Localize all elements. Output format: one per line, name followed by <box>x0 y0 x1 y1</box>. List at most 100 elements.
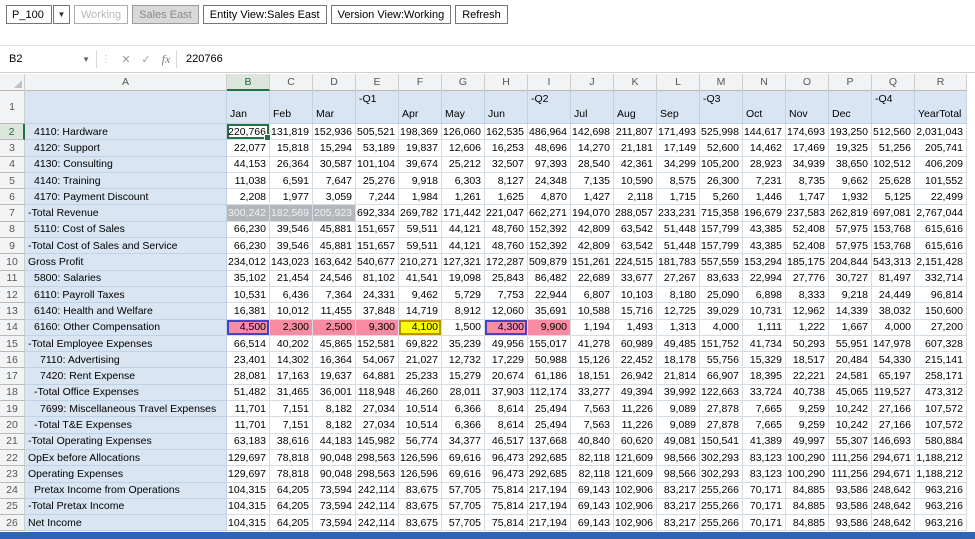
cell-P9[interactable]: 57,975 <box>829 238 872 255</box>
cell-B23[interactable]: 129,697 <box>227 466 270 483</box>
cell-E15[interactable]: 152,581 <box>356 335 399 353</box>
cell-E17[interactable]: 64,881 <box>356 368 399 385</box>
cell-R21[interactable]: 580,884 <box>915 433 967 450</box>
cell-M6[interactable]: 5,260 <box>700 189 743 206</box>
cell-Q19[interactable]: 27,166 <box>872 401 915 418</box>
cell-O25[interactable]: 84,885 <box>786 498 829 516</box>
row-header-3[interactable]: 3 <box>0 140 25 157</box>
cell-R25[interactable]: 963,216 <box>915 498 967 516</box>
cell-H7[interactable]: 221,047 <box>485 205 528 222</box>
cell-R8[interactable]: 615,616 <box>915 221 967 239</box>
row-header-9[interactable]: 9 <box>0 238 25 255</box>
cell-H21[interactable]: 46,517 <box>485 433 528 450</box>
cell-R10[interactable]: 2,151,428 <box>915 254 967 271</box>
cell-F16[interactable]: 21,027 <box>399 352 442 369</box>
cell-N8[interactable]: 43,385 <box>743 221 786 239</box>
cell-H5[interactable]: 8,127 <box>485 172 528 190</box>
cell-J26[interactable]: 69,143 <box>571 515 614 532</box>
cell-Q5[interactable]: 25,628 <box>872 172 915 190</box>
row-header-26[interactable]: 26 <box>0 515 25 532</box>
cell-F20[interactable]: 10,514 <box>399 417 442 434</box>
cell-G18[interactable]: 28,011 <box>442 384 485 402</box>
cell-N22[interactable]: 83,123 <box>743 449 786 467</box>
cell-P4[interactable]: 38,650 <box>829 156 872 173</box>
cell-B24[interactable]: 104,315 <box>227 482 270 499</box>
col-header-Q[interactable]: Q <box>872 74 915 91</box>
cell-K21[interactable]: 60,620 <box>614 433 657 450</box>
cell-F13[interactable]: 14,719 <box>399 303 442 320</box>
cell-H16[interactable]: 17,229 <box>485 352 528 369</box>
cell-P3[interactable]: 19,325 <box>829 140 872 157</box>
cell-M13[interactable]: 39,029 <box>700 303 743 320</box>
cell-D12[interactable]: 7,364 <box>313 286 356 304</box>
cell-C7[interactable]: 182,569 <box>270 205 313 222</box>
cell-D19[interactable]: 8,182 <box>313 401 356 418</box>
cell-D26[interactable]: 73,594 <box>313 515 356 532</box>
cell-Q15[interactable]: 147,978 <box>872 335 915 353</box>
cell-A1[interactable] <box>25 91 227 124</box>
cell-I14[interactable]: 9,900 <box>528 319 571 336</box>
cell-H19[interactable]: 8,614 <box>485 401 528 418</box>
cell-A19[interactable]: 7699: Miscellaneous Travel Expenses <box>25 401 227 418</box>
cell-L26[interactable]: 83,217 <box>657 515 700 532</box>
cell-E4[interactable]: 101,104 <box>356 156 399 173</box>
cell-K3[interactable]: 21,181 <box>614 140 657 157</box>
cell-O16[interactable]: 18,517 <box>786 352 829 369</box>
row-header-14[interactable]: 14 <box>0 319 25 336</box>
cell-N10[interactable]: 153,294 <box>743 254 786 271</box>
cell-M20[interactable]: 27,878 <box>700 417 743 434</box>
cell-B13[interactable]: 16,381 <box>227 303 270 320</box>
cell-B19[interactable]: 11,701 <box>227 401 270 418</box>
cell-Q20[interactable]: 27,166 <box>872 417 915 434</box>
cell-E26[interactable]: 242,114 <box>356 515 399 532</box>
name-box-dropdown-icon[interactable]: ▼ <box>82 55 90 64</box>
cell-D2[interactable]: 152,936 <box>313 124 356 141</box>
cell-A7[interactable]: -Total Revenue <box>25 205 227 222</box>
cell-G5[interactable]: 6,303 <box>442 172 485 190</box>
cell-M9[interactable]: 157,799 <box>700 238 743 255</box>
cell-M3[interactable]: 52,600 <box>700 140 743 157</box>
cell-N5[interactable]: 7,231 <box>743 172 786 190</box>
cell-E24[interactable]: 242,114 <box>356 482 399 499</box>
cell-K18[interactable]: 49,394 <box>614 384 657 402</box>
cell-N18[interactable]: 33,724 <box>743 384 786 402</box>
cell-R4[interactable]: 406,209 <box>915 156 967 173</box>
cell-B10[interactable]: 234,012 <box>227 254 270 271</box>
cell-C5[interactable]: 6,591 <box>270 172 313 190</box>
cell-L5[interactable]: 8,575 <box>657 172 700 190</box>
pov-page-selector[interactable]: P_100 ▼ <box>6 5 70 24</box>
cell-O10[interactable]: 185,175 <box>786 254 829 271</box>
cell-M21[interactable]: 150,541 <box>700 433 743 450</box>
cell-L8[interactable]: 51,448 <box>657 221 700 239</box>
cell-C16[interactable]: 14,302 <box>270 352 313 369</box>
cell-N11[interactable]: 22,994 <box>743 270 786 287</box>
cell-K17[interactable]: 26,942 <box>614 368 657 385</box>
cell-M14[interactable]: 4,000 <box>700 319 743 336</box>
cell-C20[interactable]: 7,151 <box>270 417 313 434</box>
cell-H22[interactable]: 96,473 <box>485 449 528 467</box>
cell-J7[interactable]: 194,070 <box>571 205 614 222</box>
cell-D20[interactable]: 8,182 <box>313 417 356 434</box>
cell-C12[interactable]: 6,436 <box>270 286 313 304</box>
cell-L11[interactable]: 27,267 <box>657 270 700 287</box>
cell-P10[interactable]: 204,844 <box>829 254 872 271</box>
cell-R16[interactable]: 215,141 <box>915 352 967 369</box>
cell-H2[interactable]: 162,535 <box>485 124 528 141</box>
cell-H4[interactable]: 32,507 <box>485 156 528 173</box>
cell-E19[interactable]: 27,034 <box>356 401 399 418</box>
cell-K4[interactable]: 42,361 <box>614 156 657 173</box>
cell-L16[interactable]: 18,178 <box>657 352 700 369</box>
cell-R17[interactable]: 258,171 <box>915 368 967 385</box>
cell-E7[interactable]: 692,334 <box>356 205 399 222</box>
cell-R14[interactable]: 27,200 <box>915 319 967 336</box>
cell-B25[interactable]: 104,315 <box>227 498 270 516</box>
cell-P15[interactable]: 55,951 <box>829 335 872 353</box>
cell-M24[interactable]: 255,266 <box>700 482 743 499</box>
cell-L21[interactable]: 49,081 <box>657 433 700 450</box>
cell-R12[interactable]: 96,814 <box>915 286 967 304</box>
cell-R7[interactable]: 2,767,044 <box>915 205 967 222</box>
cell-N4[interactable]: 28,923 <box>743 156 786 173</box>
cell-J8[interactable]: 42,809 <box>571 221 614 239</box>
cell-K25[interactable]: 102,906 <box>614 498 657 516</box>
cell-D17[interactable]: 19,637 <box>313 368 356 385</box>
